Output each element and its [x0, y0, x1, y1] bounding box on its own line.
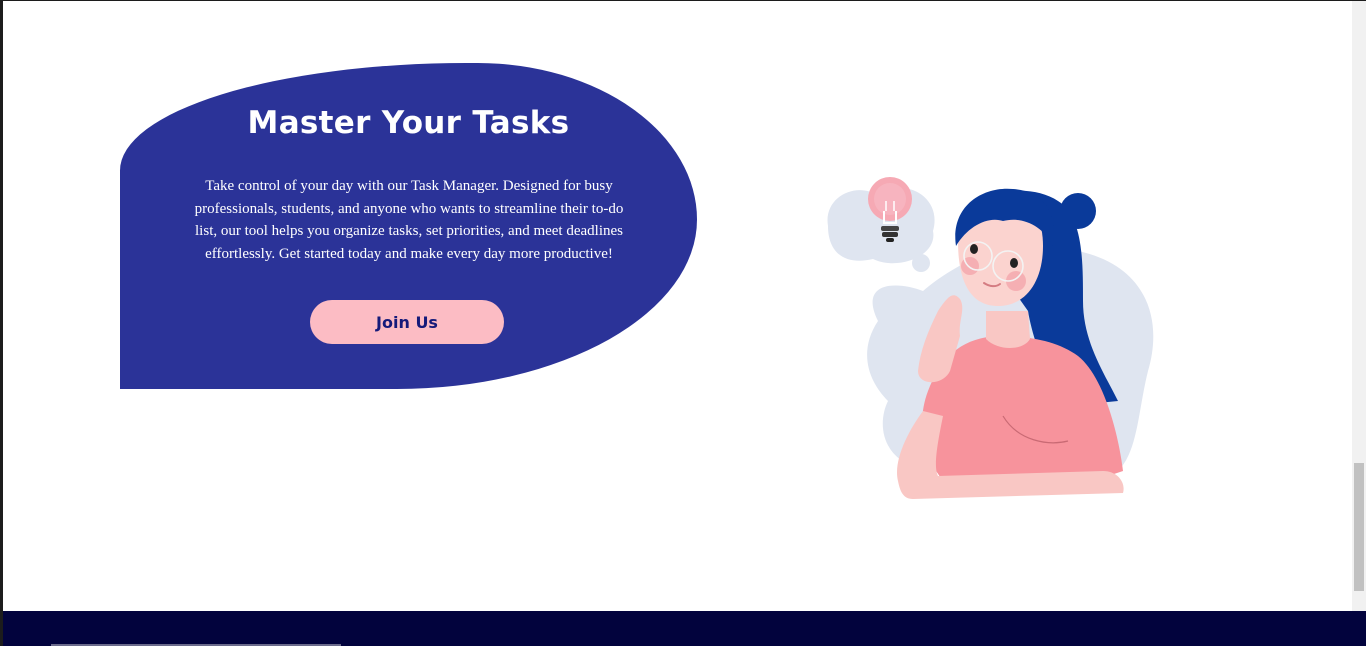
thought-bubble-dot: [912, 254, 930, 272]
hair-bun: [1060, 193, 1096, 229]
page: Master Your Tasks Take control of your d…: [0, 0, 1366, 646]
footer: [3, 611, 1366, 646]
hero-description: Take control of your day with our Task M…: [194, 178, 624, 262]
neck: [986, 311, 1030, 348]
join-us-button[interactable]: Join Us: [310, 300, 504, 344]
thinking-woman-illustration: [818, 171, 1168, 511]
vertical-scrollbar[interactable]: [1352, 1, 1366, 613]
hero-title: Master Your Tasks: [247, 105, 570, 141]
scrollbar-thumb[interactable]: [1354, 463, 1364, 591]
